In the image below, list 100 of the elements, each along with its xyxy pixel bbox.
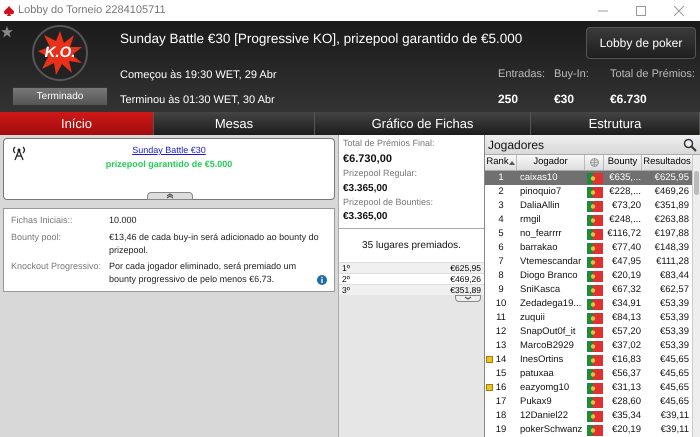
start-time: Começou às 19:30 WET, 29 Abr xyxy=(120,68,277,83)
window-title: Lobby do Torneio 2284105711 xyxy=(18,3,166,18)
info-icon[interactable] xyxy=(317,274,327,284)
player-row[interactable]: 6 barrakao €77,40 €148,39 xyxy=(485,241,692,255)
flag-icon xyxy=(586,368,602,380)
player-row[interactable]: 19 pokerSchwanz €20,19 €39,11 xyxy=(485,423,692,437)
player-row[interactable]: 8 Diogo Branco €20,19 €83,44 xyxy=(485,269,692,283)
player-row[interactable]: 14 InesOrtins €16,83 €45,65 xyxy=(485,353,692,367)
stat-value: 250 xyxy=(498,91,520,108)
rank-cell-text: 14 xyxy=(494,352,508,367)
flag-icon xyxy=(586,326,602,338)
collapse-tab[interactable] xyxy=(147,192,193,200)
stat-label: Total de Prémios: xyxy=(610,66,696,82)
bounty-cell-text: €635,... xyxy=(608,170,642,185)
player-row[interactable]: 15 patuxaa €56,37 €45,65 xyxy=(485,367,692,381)
column-header[interactable]: Bounty xyxy=(604,155,642,170)
flag-icon xyxy=(586,396,602,408)
rank-cell-text: 2 xyxy=(497,184,505,199)
info-label: Bounty pool: xyxy=(11,230,62,244)
player-row[interactable]: 7 Vtemescandar €47,95 €111,28 xyxy=(485,255,692,269)
bounty-cell-text: €248,... xyxy=(608,212,642,227)
result-cell-text: €62,57 xyxy=(658,282,690,297)
column-header[interactable]: Resultados xyxy=(642,155,692,170)
flag-icon xyxy=(586,284,602,296)
player-name: InesOrtins xyxy=(519,352,564,367)
column-header[interactable]: Jogador xyxy=(517,155,585,170)
player-name: SniKasca xyxy=(519,282,562,297)
player-name: caixas10 xyxy=(519,170,558,185)
player-row[interactable]: 9 SniKasca €67,32 €62,57 xyxy=(485,283,692,297)
flag-icon xyxy=(586,200,602,212)
result-cell-text: €83,44 xyxy=(658,268,690,283)
tab[interactable]: Início xyxy=(0,112,154,135)
bounty-cell-text: €20,19 xyxy=(610,268,642,283)
maximize-icon[interactable] xyxy=(636,6,646,16)
rank-cell-text: 16 xyxy=(494,380,508,395)
player-row[interactable]: 17 Pukax9 €28,60 €45,65 xyxy=(485,395,692,409)
tab[interactable]: Mesas xyxy=(154,112,315,135)
player-row[interactable]: 12 SnapOut0f_it €57,20 €53,39 xyxy=(485,325,692,339)
player-row[interactable]: 4 rmgil €248,... €263,88 xyxy=(485,213,692,227)
bounty-cell-text: €31,13 xyxy=(610,380,642,395)
rank-cell-text: 19 xyxy=(494,422,508,437)
rank-cell-text: 10 xyxy=(494,296,508,311)
player-name: DaliaAllin xyxy=(519,198,561,213)
column-header[interactable]: Rank xyxy=(485,155,517,170)
bounty-cell-text: €35,34 xyxy=(610,408,642,423)
news-link[interactable]: Sunday Battle €30 xyxy=(132,144,206,158)
player-name: eazyomg10 xyxy=(519,380,570,395)
bounty-cell-text: €84,13 xyxy=(610,310,642,325)
rank-cell-text: 17 xyxy=(494,394,508,409)
result-cell-text: €53,39 xyxy=(658,338,690,353)
player-row[interactable]: 1 caixas10 €635,... €625,95 xyxy=(485,171,692,185)
player-row[interactable]: 11 zuquii €84,13 €53,39 xyxy=(485,311,692,325)
tab[interactable]: Gráfico de Fichas xyxy=(315,112,531,135)
rank-cell-text: 13 xyxy=(494,338,508,353)
info-value: Por cada jogador eliminado, será premiado um bounty progressivo de pelo menos €6,73. xyxy=(109,260,298,286)
tournament-title: Sunday Battle €30 [Progressive KO], prizepool garantido de €5.000 xyxy=(120,30,522,48)
player-name: rmgil xyxy=(519,212,542,227)
bounty-cell-text: €77,40 xyxy=(610,240,642,255)
flag-icon xyxy=(586,172,602,184)
bounty-cell-text: €228,... xyxy=(608,184,642,199)
poker-lobby-button[interactable]: Lobby de poker xyxy=(586,27,696,59)
chevron-icon xyxy=(464,296,472,301)
player-name: pokerSchwanz xyxy=(519,422,584,437)
player-row[interactable]: 18 12Daniel22 €35,34 €39,11 xyxy=(485,409,692,423)
prize-value: €3.365,00 xyxy=(343,182,388,196)
player-row[interactable]: 3 DaliaAllin €73,20 €351,89 xyxy=(485,199,692,213)
player-row[interactable]: 2 pinoquio7 €228,... €469,26 xyxy=(485,185,692,199)
payout-amount: €625,95 xyxy=(450,262,481,274)
payout-amount: €351,89 xyxy=(450,284,481,296)
prize-value: €6.730,00 xyxy=(343,152,393,166)
rank-cell-text: 18 xyxy=(494,408,508,423)
result-cell-text: €111,28 xyxy=(655,254,690,269)
globe-icon[interactable] xyxy=(590,158,598,167)
sort-icon xyxy=(508,160,515,164)
tab[interactable]: Estrutura xyxy=(531,112,700,135)
player-row[interactable]: 16 eazyomg10 €31,13 €45,65 xyxy=(485,381,692,395)
player-row[interactable]: 5 no_fearrrr €116,72 €197,88 xyxy=(485,227,692,241)
stat-label: Buy-In: xyxy=(554,66,590,82)
info-value: €13,46 de cada buy-in será adicionado ao bounty do prizepool. xyxy=(109,230,320,256)
prize-label: Prizepool Regular: xyxy=(343,167,418,180)
result-cell-text: €263,88 xyxy=(654,212,690,227)
player-name: Vtemescandar xyxy=(519,254,582,269)
paid-places: 35 lugares premiados. xyxy=(362,239,461,253)
player-row[interactable]: 13 MarcoB2929 €37,02 €53,39 xyxy=(485,339,692,353)
result-cell-text: €625,95 xyxy=(654,170,690,185)
player-name: patuxaa xyxy=(519,366,555,381)
news-subtitle: prizepool garantido de €5.000 xyxy=(106,158,232,171)
rank-cell-text: 4 xyxy=(497,212,505,227)
rank-cell-text: 8 xyxy=(497,268,505,283)
star-icon[interactable] xyxy=(1,26,13,38)
bounty-cell-text: €56,37 xyxy=(610,366,642,381)
close-icon[interactable] xyxy=(674,6,684,16)
search-icon[interactable] xyxy=(683,138,697,152)
rank-cell-text: 7 xyxy=(497,254,505,269)
scrollbar[interactable] xyxy=(692,155,700,437)
player-row[interactable]: 10 Zedadega19... €34,91 €53,39 xyxy=(485,297,692,311)
expand-tab[interactable] xyxy=(455,295,481,302)
stat-value: €30 xyxy=(554,91,576,108)
bounty-cell-text: €47,95 xyxy=(610,254,642,269)
result-cell-text: €39,11 xyxy=(660,422,690,437)
